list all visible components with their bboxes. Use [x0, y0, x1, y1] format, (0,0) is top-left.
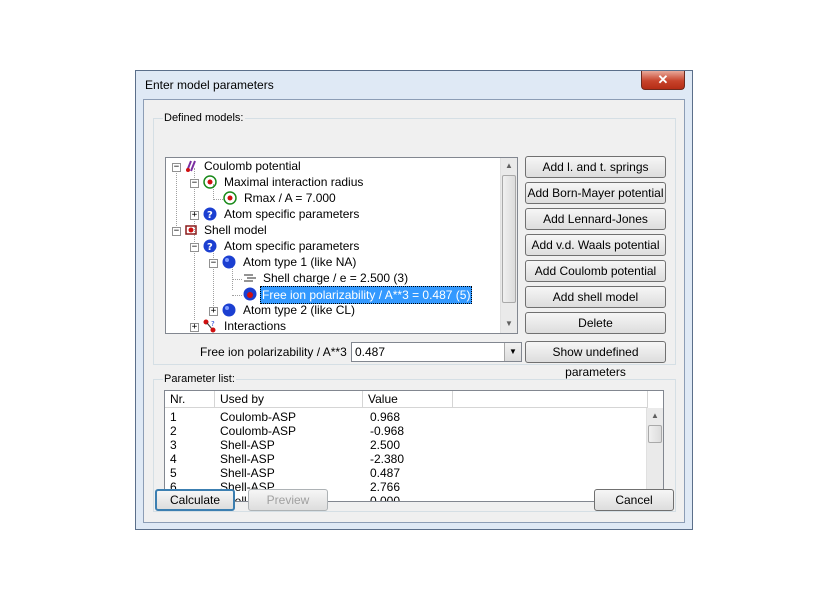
radius-icon	[223, 191, 237, 205]
table-row[interactable]: 4 Shell-ASP -2.380	[165, 452, 645, 466]
table-row[interactable]: 2 Coulomb-ASP -0.968	[165, 424, 645, 438]
svg-text:?: ?	[211, 320, 215, 328]
parameter-list-label: Parameter list:	[163, 373, 236, 385]
tree-expander[interactable]: −	[172, 163, 181, 172]
cell-used-by: Coulomb-ASP	[220, 424, 297, 438]
chevron-down-icon[interactable]: ▼	[504, 343, 521, 361]
column-header-nr[interactable]: Nr.	[165, 391, 215, 408]
parameter-list[interactable]: Nr. Used by Value 1 Coulomb-ASP 0.968 2 Coul…	[164, 390, 664, 502]
tree-item-shell-charge[interactable]: Shell charge / e = 2.500 (3)	[263, 270, 408, 286]
charge-icon	[243, 271, 257, 285]
dialog-client: Defined models: − Coulomb potential − Ma…	[143, 99, 685, 523]
tree-item-rmax[interactable]: Rmax / A = 7.000	[244, 190, 336, 206]
shell-model-icon	[184, 223, 198, 237]
scroll-thumb[interactable]	[502, 175, 516, 303]
cell-value: -2.380	[370, 452, 405, 466]
tree-item-max-radius[interactable]: Maximal interaction radius	[224, 174, 363, 190]
show-undefined-button[interactable]: Show undefined parameters	[525, 341, 666, 379]
cancel-button[interactable]: Cancel	[594, 489, 674, 511]
column-header-empty	[453, 391, 648, 408]
cell-used-by: Coulomb-ASP	[220, 410, 297, 424]
tree-item-shell-model[interactable]: Shell model	[204, 222, 267, 238]
tree-connector	[213, 199, 223, 200]
svg-text:?: ?	[207, 210, 213, 221]
scroll-down-icon[interactable]: ▼	[501, 316, 517, 332]
polarizability-combo[interactable]: 0.487 ▼	[351, 342, 522, 362]
table-row[interactable]: 1 Coulomb-ASP 0.968	[165, 410, 645, 424]
scroll-thumb[interactable]	[648, 425, 662, 443]
window-title: Enter model parameters	[145, 78, 274, 92]
tree-expander[interactable]: +	[190, 211, 199, 220]
model-tree[interactable]: − Coulomb potential − Maximal interactio…	[165, 157, 518, 334]
scroll-up-icon[interactable]: ▲	[647, 408, 663, 424]
interactions-icon: ?	[203, 319, 217, 333]
title-bar[interactable]: Enter model parameters ✕	[136, 71, 692, 99]
add-shell-button[interactable]: Add shell model	[525, 286, 666, 308]
cell-value: 0.000	[370, 494, 401, 502]
tree-connector	[176, 168, 177, 232]
add-lennard-jones-button[interactable]: Add Lennard-Jones potential	[525, 208, 666, 246]
add-vdw-button[interactable]: Add v.d. Waals potential	[525, 234, 666, 256]
column-header-used-by[interactable]: Used by	[215, 391, 363, 408]
tree-item-atom-type-2[interactable]: Atom type 2 (like CL)	[243, 302, 355, 318]
atom-icon	[222, 303, 236, 317]
cell-nr: 2	[170, 424, 177, 438]
column-header-value[interactable]: Value	[363, 391, 453, 408]
add-born-mayer-button[interactable]: Add Born-Mayer potential	[525, 182, 666, 204]
tree-expander[interactable]: +	[209, 307, 218, 316]
cell-value: 2.500	[370, 438, 401, 452]
coulomb-icon	[184, 159, 198, 173]
tree-expander[interactable]: −	[209, 259, 218, 268]
atom-icon	[222, 255, 236, 269]
preview-button[interactable]: Preview	[248, 489, 328, 511]
table-row[interactable]: 3 Shell-ASP 2.500	[165, 438, 645, 452]
cell-used-by: Shell-ASP	[220, 438, 275, 452]
table-row[interactable]: 7Shell-ISP0.000	[165, 494, 645, 502]
delete-button[interactable]: Delete	[525, 312, 666, 334]
table-row[interactable]: 5 Shell-ASP 0.487	[165, 466, 645, 480]
tree-expander[interactable]: +	[190, 323, 199, 332]
tree-item-coulomb[interactable]: Coulomb potential	[204, 158, 301, 174]
cell-value: 2.766	[370, 480, 401, 494]
polarizability-icon	[243, 287, 257, 301]
cell-used-by: Shell-ASP	[220, 452, 275, 466]
question-icon: ?	[203, 207, 217, 221]
combo-value[interactable]: 0.487	[355, 345, 385, 359]
list-scrollbar[interactable]: ▲ ▼	[646, 408, 663, 501]
tree-item-atom-params-shell[interactable]: Atom specific parameters	[224, 238, 359, 254]
table-row[interactable]: 6 Shell-ASP 2.766	[165, 480, 645, 494]
calculate-button[interactable]: Calculate	[155, 489, 235, 511]
add-springs-button[interactable]: Add l. and t. springs	[525, 156, 666, 178]
cell-nr: 3	[170, 438, 177, 452]
cell-nr: 4	[170, 452, 177, 466]
add-coulomb-button[interactable]: Add Coulomb potential	[525, 260, 666, 282]
defined-models-label: Defined models:	[163, 112, 245, 124]
tree-item-interactions[interactable]: Interactions	[224, 318, 286, 333]
cell-value: -0.968	[370, 424, 405, 438]
question-icon: ?	[203, 239, 217, 253]
tree-connector	[232, 295, 242, 296]
tree-connector	[213, 248, 214, 306]
polarizability-field-label: Free ion polarizability / A**3 :	[200, 345, 354, 359]
tree-item-atom-type-1[interactable]: Atom type 1 (like NA)	[243, 254, 356, 270]
cell-nr: 5	[170, 466, 177, 480]
close-button[interactable]: ✕	[641, 71, 685, 90]
scroll-up-icon[interactable]: ▲	[501, 158, 517, 174]
tree-item-atom-params[interactable]: Atom specific parameters	[224, 206, 359, 222]
tree-scrollbar[interactable]: ▲ ▼	[500, 158, 517, 333]
radius-icon	[203, 175, 217, 189]
cell-nr: 1	[170, 410, 177, 424]
cell-value: 0.968	[370, 410, 401, 424]
cell-used-by: Shell-ASP	[220, 466, 275, 480]
cell-value: 0.487	[370, 466, 401, 480]
svg-text:?: ?	[207, 242, 213, 253]
dialog-window: Enter model parameters ✕ Defined models:…	[135, 70, 693, 530]
tree-connector	[232, 279, 242, 280]
tree-expander[interactable]: −	[190, 243, 199, 252]
tree-expander[interactable]: −	[172, 227, 181, 236]
tree-expander[interactable]: −	[190, 179, 199, 188]
